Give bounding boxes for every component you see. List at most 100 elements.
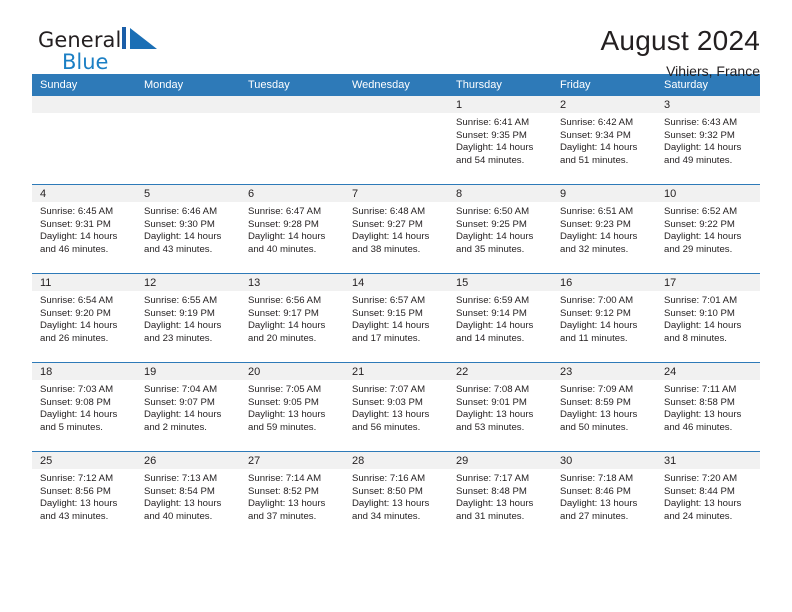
sunset-text: Sunset: 9:19 PM (144, 307, 215, 319)
daylight-text-line2: and 24 minutes. (664, 510, 733, 522)
calendar-day[interactable]: 12 Sunrise: 6:55 AM Sunset: 9:19 PM Dayligh… (136, 274, 240, 362)
day-number: 13 (240, 274, 344, 291)
calendar-day[interactable]: 1 Sunrise: 6:41 AM Sunset: 9:35 PM Daylight… (448, 96, 552, 184)
daylight-text-line1: Daylight: 14 hours (248, 231, 326, 243)
day-number: 1 (448, 96, 552, 113)
calendar-cell: 9 Sunrise: 6:51 AM Sunset: 9:23 PM Daylight… (552, 184, 656, 274)
calendar-week-row: 1 Sunrise: 6:41 AM Sunset: 9:35 PM Daylight… (32, 96, 760, 185)
day-number: 11 (32, 274, 136, 291)
sunrise-text: Sunrise: 6:46 AM (144, 206, 218, 217)
day-number: 23 (552, 363, 656, 380)
sunrise-text: Sunrise: 6:45 AM (40, 206, 114, 217)
day-number: 26 (136, 452, 240, 469)
daylight-text-line2: and 34 minutes. (352, 510, 421, 522)
calendar-day[interactable]: 13 Sunrise: 6:56 AM Sunset: 9:17 PM Dayligh… (240, 274, 344, 362)
calendar-day[interactable]: 6 Sunrise: 6:47 AM Sunset: 9:28 PM Daylight… (240, 185, 344, 273)
calendar-day[interactable]: 19 Sunrise: 7:04 AM Sunset: 9:07 PM Dayligh… (136, 363, 240, 451)
calendar-day[interactable]: 5 Sunrise: 6:46 AM Sunset: 9:30 PM Daylight… (136, 185, 240, 273)
calendar-day[interactable]: 14 Sunrise: 6:57 AM Sunset: 9:15 PM Dayligh… (344, 274, 448, 362)
daylight-text-line1: Daylight: 13 hours (248, 498, 326, 510)
calendar-day[interactable]: 8 Sunrise: 6:50 AM Sunset: 9:25 PM Daylight… (448, 185, 552, 273)
daylight-text-line1: Daylight: 13 hours (144, 498, 222, 510)
sunrise-text: Sunrise: 6:52 AM (664, 206, 738, 217)
sunset-text: Sunset: 9:14 PM (456, 307, 527, 319)
day-sun-info: Sunrise: 7:17 AM Sunset: 8:48 PM Daylight:… (448, 469, 552, 523)
daylight-text-line2: and 51 minutes. (560, 154, 629, 166)
calendar-day[interactable]: 9 Sunrise: 6:51 AM Sunset: 9:23 PM Daylight… (552, 185, 656, 273)
sunset-text: Sunset: 9:12 PM (560, 307, 631, 319)
sunrise-text: Sunrise: 7:18 AM (560, 473, 634, 484)
brand-name-general: General (38, 28, 122, 52)
daylight-text-line2: and 40 minutes. (248, 243, 317, 255)
sunset-text: Sunset: 9:08 PM (40, 396, 111, 408)
calendar-day[interactable]: 2 Sunrise: 6:42 AM Sunset: 9:34 PM Daylight… (552, 96, 656, 184)
calendar-cell: 3 Sunrise: 6:43 AM Sunset: 9:32 PM Daylight… (656, 96, 760, 185)
sunset-text: Sunset: 8:48 PM (456, 485, 527, 497)
calendar-day[interactable]: 7 Sunrise: 6:48 AM Sunset: 9:27 PM Daylight… (344, 185, 448, 273)
calendar-week-row: 11 Sunrise: 6:54 AM Sunset: 9:20 PM Dayligh… (32, 273, 760, 363)
daylight-text-line1: Daylight: 14 hours (560, 231, 638, 243)
calendar-day[interactable]: 16 Sunrise: 7:00 AM Sunset: 9:12 PM Dayligh… (552, 274, 656, 362)
daylight-text-line2: and 8 minutes. (664, 332, 727, 344)
daylight-text-line1: Daylight: 13 hours (352, 498, 430, 510)
sunrise-text: Sunrise: 7:04 AM (144, 384, 218, 395)
calendar-day[interactable]: 11 Sunrise: 6:54 AM Sunset: 9:20 PM Dayligh… (32, 274, 136, 362)
sunrise-text: Sunrise: 6:56 AM (248, 295, 322, 306)
calendar-cell: 8 Sunrise: 6:50 AM Sunset: 9:25 PM Daylight… (448, 184, 552, 274)
daylight-text-line2: and 38 minutes. (352, 243, 421, 255)
calendar-day[interactable]: 20 Sunrise: 7:05 AM Sunset: 9:05 PM Dayligh… (240, 363, 344, 451)
calendar-day[interactable]: 30 Sunrise: 7:18 AM Sunset: 8:46 PM Dayligh… (552, 452, 656, 540)
calendar-cell: 31 Sunrise: 7:20 AM Sunset: 8:44 PM Dayligh… (656, 451, 760, 540)
day-sun-info: Sunrise: 6:48 AM Sunset: 9:27 PM Daylight:… (344, 202, 448, 256)
calendar-cell (32, 96, 136, 185)
daylight-text-line1: Daylight: 14 hours (352, 320, 430, 332)
title-block: August 2024 Vihiers, France (601, 26, 760, 79)
calendar-day[interactable]: 18 Sunrise: 7:03 AM Sunset: 9:08 PM Dayligh… (32, 363, 136, 451)
calendar-day[interactable]: 26 Sunrise: 7:13 AM Sunset: 8:54 PM Dayligh… (136, 452, 240, 540)
calendar-day[interactable]: 27 Sunrise: 7:14 AM Sunset: 8:52 PM Dayligh… (240, 452, 344, 540)
calendar-day[interactable]: 23 Sunrise: 7:09 AM Sunset: 8:59 PM Dayligh… (552, 363, 656, 451)
calendar-cell (136, 96, 240, 185)
sunrise-text: Sunrise: 7:08 AM (456, 384, 530, 395)
sunrise-text: Sunrise: 7:01 AM (664, 295, 738, 306)
day-number (136, 96, 240, 113)
daylight-text-line2: and 40 minutes. (144, 510, 213, 522)
daylight-text-line2: and 5 minutes. (40, 421, 103, 433)
day-sun-info: Sunrise: 6:57 AM Sunset: 9:15 PM Daylight:… (344, 291, 448, 345)
calendar-day[interactable]: 10 Sunrise: 6:52 AM Sunset: 9:22 PM Dayligh… (656, 185, 760, 273)
sunrise-text: Sunrise: 6:59 AM (456, 295, 530, 306)
calendar-day[interactable]: 28 Sunrise: 7:16 AM Sunset: 8:50 PM Dayligh… (344, 452, 448, 540)
daylight-text-line2: and 50 minutes. (560, 421, 629, 433)
brand-logo[interactable]: General Blue (32, 26, 160, 73)
calendar-cell: 29 Sunrise: 7:17 AM Sunset: 8:48 PM Dayligh… (448, 451, 552, 540)
sunrise-text: Sunrise: 7:11 AM (664, 384, 737, 395)
sunset-text: Sunset: 9:17 PM (248, 307, 319, 319)
calendar-day[interactable]: 21 Sunrise: 7:07 AM Sunset: 9:03 PM Dayligh… (344, 363, 448, 451)
daylight-text-line1: Daylight: 14 hours (40, 320, 118, 332)
calendar-day[interactable]: 4 Sunrise: 6:45 AM Sunset: 9:31 PM Daylight… (32, 185, 136, 273)
day-number: 14 (344, 274, 448, 291)
calendar-day[interactable]: 29 Sunrise: 7:17 AM Sunset: 8:48 PM Dayligh… (448, 452, 552, 540)
day-number: 2 (552, 96, 656, 113)
daylight-text-line1: Daylight: 14 hours (248, 320, 326, 332)
calendar-day[interactable]: 15 Sunrise: 6:59 AM Sunset: 9:14 PM Dayligh… (448, 274, 552, 362)
sunset-text: Sunset: 9:10 PM (664, 307, 735, 319)
calendar-day[interactable]: 3 Sunrise: 6:43 AM Sunset: 9:32 PM Daylight… (656, 96, 760, 184)
day-number: 21 (344, 363, 448, 380)
calendar-day[interactable]: 22 Sunrise: 7:08 AM Sunset: 9:01 PM Dayligh… (448, 363, 552, 451)
day-sun-info: Sunrise: 7:05 AM Sunset: 9:05 PM Daylight:… (240, 380, 344, 434)
daylight-text-line1: Daylight: 14 hours (664, 320, 742, 332)
daylight-text-line1: Daylight: 14 hours (560, 320, 638, 332)
calendar-cell: 2 Sunrise: 6:42 AM Sunset: 9:34 PM Daylight… (552, 96, 656, 185)
day-sun-info: Sunrise: 6:41 AM Sunset: 9:35 PM Daylight:… (448, 113, 552, 167)
calendar-day[interactable]: 25 Sunrise: 7:12 AM Sunset: 8:56 PM Dayligh… (32, 452, 136, 540)
calendar-cell: 21 Sunrise: 7:07 AM Sunset: 9:03 PM Dayligh… (344, 362, 448, 452)
calendar-cell: 18 Sunrise: 7:03 AM Sunset: 9:08 PM Dayligh… (32, 362, 136, 452)
calendar-day-empty (344, 96, 448, 184)
daylight-text-line2: and 2 minutes. (144, 421, 207, 433)
calendar-day[interactable]: 17 Sunrise: 7:01 AM Sunset: 9:10 PM Dayligh… (656, 274, 760, 362)
calendar-day[interactable]: 31 Sunrise: 7:20 AM Sunset: 8:44 PM Dayligh… (656, 452, 760, 540)
sunrise-text: Sunrise: 6:57 AM (352, 295, 426, 306)
day-number: 15 (448, 274, 552, 291)
calendar-day[interactable]: 24 Sunrise: 7:11 AM Sunset: 8:58 PM Dayligh… (656, 363, 760, 451)
